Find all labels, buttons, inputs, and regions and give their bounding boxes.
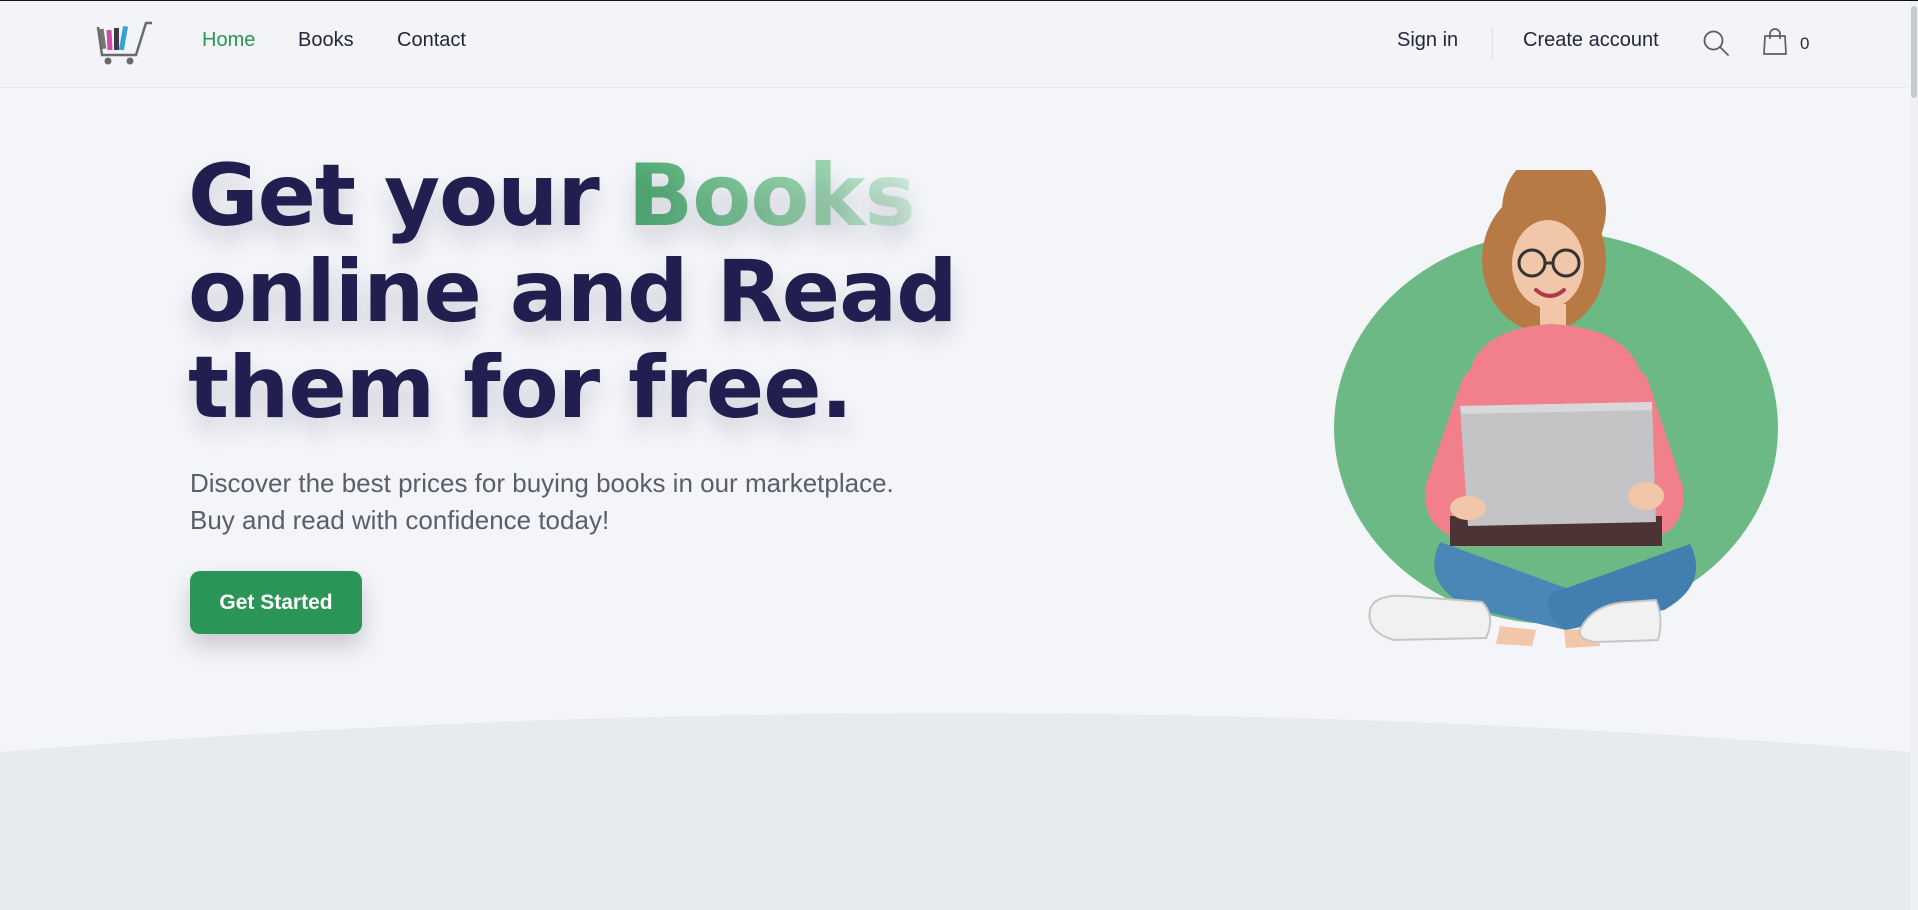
bottom-wave-section [0,713,1910,910]
top-navbar: Home Books Contact Sign in Create accoun… [0,1,1910,88]
hero-subtitle-line-1: Discover the best prices for buying book… [190,468,894,498]
hero-title-line-3: them for free. [188,338,853,438]
nav-home-link[interactable]: Home [202,29,255,52]
hero-subtitle-line-2: Buy and read with confidence today! [190,505,610,535]
nav-divider [1492,27,1493,59]
scrollbar-thumb[interactable] [1911,6,1917,98]
cart-count: 0 [1800,34,1810,53]
hero-title-line-1: Get your Books [188,148,1008,244]
sign-in-link[interactable]: Sign in [1397,29,1458,52]
hero-title-line-2: online and Read [188,242,958,342]
scrollbar-track[interactable] [1910,1,1918,910]
nav-books-link[interactable]: Books [298,29,354,52]
hero-subtitle: Discover the best prices for buying book… [190,465,1010,539]
hero-title: Get your Books online and Read them for … [188,148,1008,436]
search-icon[interactable] [1702,29,1730,62]
get-started-button[interactable]: Get Started [190,571,362,634]
hero-title-accent: Books [627,146,916,246]
nav-contact-link[interactable]: Contact [397,29,466,52]
woman-with-laptop-illustration [1310,152,1780,690]
create-account-link[interactable]: Create account [1523,29,1659,52]
logo[interactable] [96,19,160,69]
hero-title-part1: Get your [188,146,628,246]
shopping-bag-icon[interactable] [1762,28,1788,61]
